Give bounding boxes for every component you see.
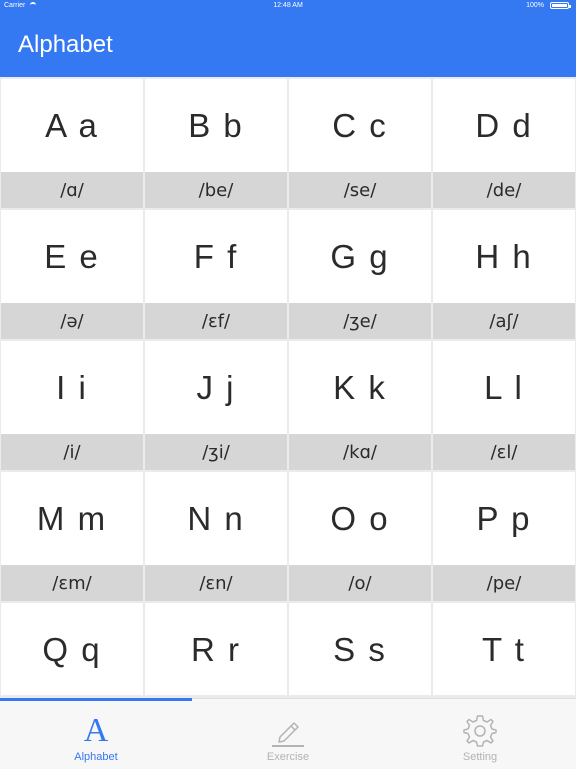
tab-exercise[interactable]: Exercise [192, 699, 384, 769]
letter-label: A a [45, 106, 99, 144]
status-time: 12:48 AM [273, 2, 303, 9]
ipa-label: /i/ [1, 434, 143, 470]
letter-label: D d [475, 106, 533, 144]
letter-label: L l [484, 368, 524, 406]
battery-icon [550, 2, 571, 9]
ipa-label: /ɛm/ [1, 565, 143, 601]
letter-cell-p[interactable]: P p /pe/ [433, 472, 575, 601]
tab-selection-indicator [0, 698, 192, 701]
letter-cell-n[interactable]: N n /ɛn/ [145, 472, 287, 601]
tab-bar: A Alphabet Exercise Setting [0, 698, 576, 769]
tab-alphabet[interactable]: A Alphabet [0, 699, 192, 769]
letter-label: T t [482, 630, 526, 668]
ipa-label: /kɑ/ [289, 434, 431, 470]
letter-cell-m[interactable]: M m /ɛm/ [1, 472, 143, 601]
letter-cell-h[interactable]: H h /aʃ/ [433, 210, 575, 339]
ipa-label: /ɛf/ [145, 303, 287, 339]
letter-cell-g[interactable]: G g /ʒe/ [289, 210, 431, 339]
tab-label: Setting [462, 751, 498, 763]
letter-cell-o[interactable]: O o /o/ [289, 472, 431, 601]
letter-label: M m [36, 499, 108, 537]
letter-label: K k [333, 368, 387, 406]
ipa-label: /ə/ [1, 303, 143, 339]
letter-cell-c[interactable]: C c /se/ [289, 79, 431, 208]
letter-cell-a[interactable]: A a /ɑ/ [1, 79, 143, 208]
letter-cell-b[interactable]: B b /be/ [145, 79, 287, 208]
letter-label: P p [476, 499, 532, 537]
ipa-label: /de/ [433, 172, 575, 208]
letter-label: G g [330, 237, 390, 275]
ipa-label: /se/ [289, 172, 431, 208]
letter-cell-j[interactable]: J j /ʒi/ [145, 341, 287, 470]
ipa-label: /o/ [289, 565, 431, 601]
letter-label: N n [187, 499, 245, 537]
letter-cell-k[interactable]: K k /kɑ/ [289, 341, 431, 470]
gear-icon [462, 713, 498, 749]
letter-label: F f [193, 237, 239, 275]
letter-cell-i[interactable]: I i /i/ [1, 341, 143, 470]
letter-cell-f[interactable]: F f /ɛf/ [145, 210, 287, 339]
nav-header: Carrier 12:48 AM 100% Alphabet [0, 0, 576, 77]
alphabet-grid: A a /ɑ/ B b /be/ C c /se/ D d /de/ E e /… [0, 77, 576, 695]
ipa-label: /ɛn/ [145, 565, 287, 601]
letter-label: J j [196, 368, 236, 406]
letter-cell-r[interactable]: R r [145, 603, 287, 695]
battery-percent: 100% [526, 2, 544, 9]
letter-label: R r [191, 630, 241, 668]
letter-label: S s [333, 630, 387, 668]
ipa-label: /aʃ/ [433, 303, 575, 339]
letter-label: O o [330, 499, 390, 537]
letter-cell-q[interactable]: Q q [1, 603, 143, 695]
letter-label: C c [332, 106, 388, 144]
tab-label: Alphabet [74, 751, 118, 763]
page-title: Alphabet [18, 31, 113, 58]
tab-setting[interactable]: Setting [384, 699, 576, 769]
alphabet-icon: A [83, 712, 109, 749]
ipa-label: /be/ [145, 172, 287, 208]
letter-cell-e[interactable]: E e /ə/ [1, 210, 143, 339]
ipa-label: /pe/ [433, 565, 575, 601]
letter-label: E e [44, 237, 100, 275]
letter-label: I i [56, 368, 88, 406]
letter-label: B b [188, 106, 244, 144]
ipa-label: /ɛl/ [433, 434, 575, 470]
letter-cell-s[interactable]: S s [289, 603, 431, 695]
pencil-icon [270, 713, 306, 749]
letter-label: Q q [42, 630, 102, 668]
ipa-label: /ʒe/ [289, 303, 431, 339]
letter-label: H h [475, 237, 533, 275]
status-bar: Carrier 12:48 AM 100% [0, 0, 576, 12]
tab-label: Exercise [266, 751, 310, 763]
letter-cell-d[interactable]: D d /de/ [433, 79, 575, 208]
ipa-label: /ʒi/ [145, 434, 287, 470]
ipa-label: /ɑ/ [1, 172, 143, 208]
letter-cell-l[interactable]: L l /ɛl/ [433, 341, 575, 470]
letter-cell-t[interactable]: T t [433, 603, 575, 695]
